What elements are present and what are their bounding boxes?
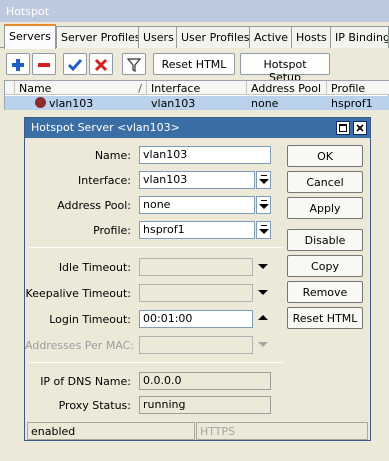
tab-ip-bindings[interactable]: IP Bindings (330, 26, 389, 48)
cell-profile: hsprof1 (331, 97, 373, 110)
tab-active[interactable]: Active (249, 26, 294, 48)
column-header-address-pool[interactable]: Address Pool (247, 81, 327, 95)
close-icon (356, 124, 364, 132)
status-enabled: enabled (27, 422, 195, 440)
idle-timeout-label: Idle Timeout: (58, 261, 131, 274)
keepalive-timeout-label: Keepalive Timeout: (25, 287, 131, 300)
addresses-per-mac-field (139, 336, 253, 354)
login-timeout-field[interactable]: 00:01:00 (139, 310, 253, 328)
column-header-blank (5, 81, 15, 95)
filter-button[interactable] (122, 53, 146, 75)
addresses-per-mac-label: Addresses Per MAC: (25, 339, 135, 352)
keepalive-timeout-field[interactable] (139, 284, 253, 302)
enable-button[interactable] (63, 53, 87, 75)
disable-button[interactable] (89, 53, 113, 75)
tab-hosts[interactable]: Hosts (291, 26, 332, 48)
interface-dropdown-button[interactable] (256, 171, 271, 189)
ip-of-dns-name-field: 0.0.0.0 (139, 372, 271, 390)
ok-button[interactable]: OK (287, 145, 363, 167)
cancel-button[interactable]: Cancel (287, 171, 363, 193)
idle-timeout-field[interactable] (139, 258, 253, 276)
maximize-icon (339, 124, 347, 132)
minus-icon (38, 63, 50, 67)
x-icon (94, 58, 108, 72)
column-header-interface[interactable]: Interface (147, 81, 247, 95)
bar-icon (261, 200, 267, 201)
close-button[interactable] (353, 121, 367, 135)
chevron-down-icon (259, 229, 269, 234)
profile-label: Profile: (93, 224, 131, 237)
tab-users[interactable]: Users (138, 26, 179, 48)
check-icon (67, 59, 83, 72)
profile-select[interactable]: hsprof1 (139, 221, 255, 239)
proxy-status-field: running (139, 396, 271, 414)
window-title: Hotspot (0, 0, 389, 22)
login-timeout-label: Login Timeout: (49, 313, 131, 326)
interface-label: Interface: (78, 174, 131, 187)
status-https: HTTPS (196, 422, 368, 440)
divider (29, 247, 283, 248)
tab-servers[interactable]: Servers (4, 24, 56, 49)
column-header-profile[interactable]: Profile (327, 81, 389, 95)
column-header-name[interactable]: Name / (15, 81, 147, 95)
bar-icon (261, 175, 267, 176)
interface-select[interactable]: vlan103 (139, 171, 255, 189)
cell-name: vlan103 (49, 97, 94, 110)
address-pool-select[interactable]: none (139, 196, 255, 214)
sort-indicator: / (138, 82, 142, 95)
hotspot-setup-button[interactable]: Hotspot Setup (240, 53, 330, 84)
server-table: Name / Interface Address Pool Profile vl… (4, 80, 389, 110)
tab-user-profiles[interactable]: User Profiles (176, 26, 255, 48)
cell-interface: vlan103 (151, 97, 196, 110)
filter-icon (126, 58, 142, 72)
dialog-title: Hotspot Server <vlan103> (31, 121, 180, 134)
maximize-button[interactable] (336, 121, 350, 135)
tab-bar: Servers Server Profiles Users User Profi… (0, 24, 389, 49)
collapse-up-icon[interactable] (258, 315, 268, 320)
reset-html-button[interactable]: Reset HTML (287, 307, 363, 329)
reset-html-button[interactable]: Reset HTML (153, 53, 235, 75)
bar-icon (261, 225, 267, 226)
apply-button[interactable]: Apply (287, 197, 363, 219)
add-button[interactable] (6, 53, 30, 75)
expand-down-icon[interactable] (258, 264, 268, 269)
tab-server-profiles[interactable]: Server Profiles (56, 26, 146, 48)
address-pool-label: Address Pool: (57, 199, 131, 212)
expand-down-icon[interactable] (258, 290, 268, 295)
column-name-label: Name (19, 82, 52, 95)
address-pool-dropdown-button[interactable] (256, 196, 271, 214)
plus-icon (12, 59, 24, 71)
table-row[interactable]: vlan103 vlan103 none hsprof1 (5, 96, 389, 110)
chevron-down-icon (259, 179, 269, 184)
dialog-title-bar[interactable]: Hotspot Server <vlan103> (25, 118, 370, 138)
chevron-down-icon (259, 204, 269, 209)
remove-button[interactable] (32, 53, 56, 75)
copy-button[interactable]: Copy (287, 255, 363, 277)
expand-down-icon (258, 342, 268, 347)
remove-button[interactable]: Remove (287, 281, 363, 303)
name-label: Name: (94, 149, 131, 162)
disable-button[interactable]: Disable (287, 229, 363, 251)
profile-dropdown-button[interactable] (256, 221, 271, 239)
cell-address-pool: none (251, 97, 279, 110)
divider (29, 362, 283, 363)
proxy-status-label: Proxy Status: (58, 399, 131, 412)
ip-of-dns-name-label: IP of DNS Name: (40, 375, 131, 388)
hotspot-server-dialog: Hotspot Server <vlan103> Name: vlan103 I… (24, 117, 371, 441)
name-field[interactable]: vlan103 (139, 146, 271, 164)
